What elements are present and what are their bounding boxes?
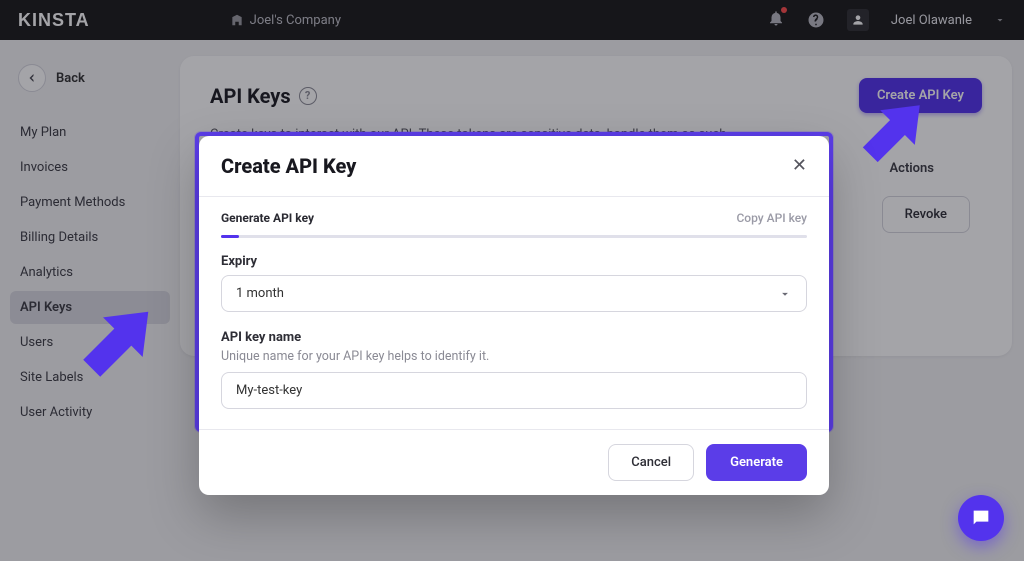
cancel-button[interactable]: Cancel [608,444,694,481]
chat-icon [970,507,992,529]
generate-button[interactable]: Generate [706,444,807,481]
chat-launcher[interactable] [958,495,1004,541]
step-copy: Copy API key [736,211,807,225]
close-button[interactable]: ✕ [792,157,807,175]
modal-title: Create API Key [221,154,356,178]
expiry-value: 1 month [236,286,284,301]
step-generate[interactable]: Generate API key [221,211,314,225]
chevron-down-icon [778,287,792,301]
close-icon: ✕ [792,155,807,176]
expiry-label: Expiry [221,254,807,269]
step-progress [221,235,807,238]
expiry-select[interactable]: 1 month [221,275,807,312]
name-label: API key name [221,330,807,345]
api-key-name-input[interactable] [221,372,807,409]
create-api-key-modal: Create API Key ✕ Generate API key Copy A… [199,136,829,495]
name-hint: Unique name for your API key helps to id… [221,349,807,364]
